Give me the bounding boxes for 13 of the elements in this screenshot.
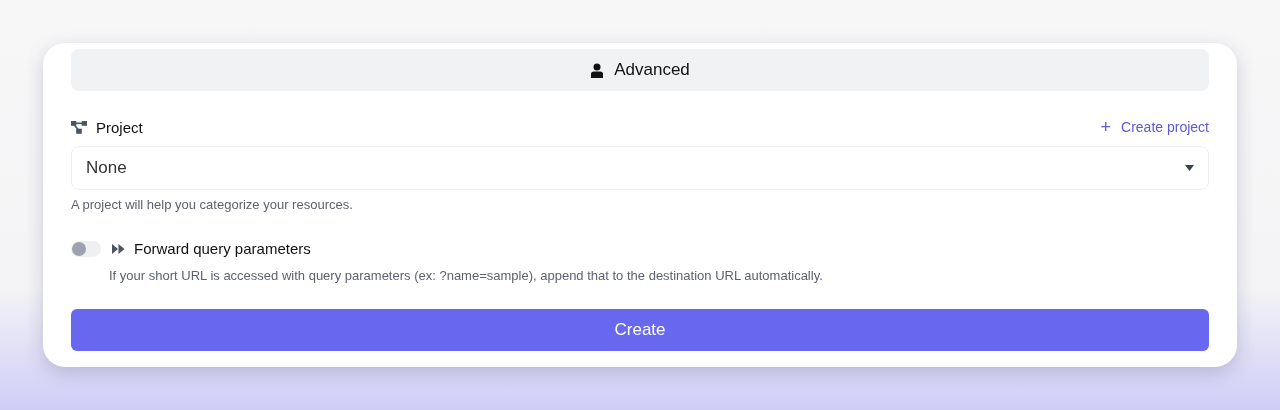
toggle-switch[interactable] <box>71 240 101 257</box>
person-icon <box>590 62 605 78</box>
forward-query-hint: If your short URL is accessed with query parameters (ex: ?name=sample), append that to the destination URL automatically. <box>109 268 824 283</box>
forward-query-label: Forward query parameters <box>134 240 311 257</box>
caret-icon <box>1185 165 1194 171</box>
project-select[interactable]: None <box>71 146 1209 190</box>
fast-forward-icon <box>112 243 125 254</box>
advanced-button[interactable]: Advanced <box>71 49 1209 91</box>
create-button[interactable]: Create <box>71 309 1209 351</box>
create-project-link[interactable]: + Create project <box>1100 116 1209 138</box>
project-label: Project <box>96 118 143 136</box>
project-hint: A project will help you categorize your resources. <box>71 197 354 212</box>
nodes-icon <box>71 120 87 134</box>
